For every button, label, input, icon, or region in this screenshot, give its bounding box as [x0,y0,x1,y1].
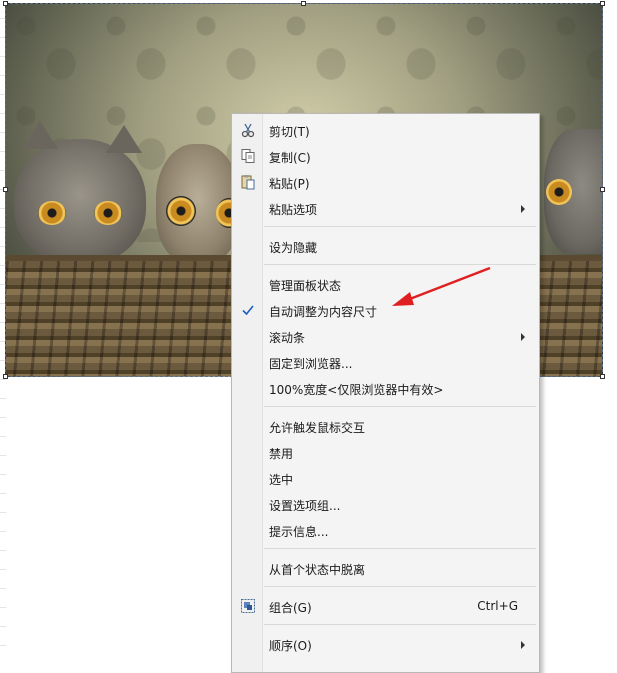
owl-eye-left [166,196,196,226]
resize-handle-bottom-left[interactable] [3,374,8,379]
submenu-arrow-icon [521,205,525,213]
menu-item-set-hidden[interactable]: 设为隐藏 [233,235,538,259]
menu-item-cut[interactable]: 剪切(T) [233,119,538,143]
menu-item-label: 组合(G) [269,601,312,615]
menu-item-pin-to-browser[interactable]: 固定到浏览器... [233,351,538,375]
menu-item-auto-fit-content[interactable]: 自动调整为内容尺寸 [233,299,538,323]
menu-separator [264,226,536,227]
menu-item-detach-from-first-state[interactable]: 从首个状态中脱离 [233,557,538,581]
menu-item-label: 复制(C) [269,151,311,165]
copy-icon [241,149,255,163]
menu-item-paste[interactable]: 粘贴(P) [233,171,538,195]
resize-handle-top-right[interactable] [600,1,605,6]
menu-item-label: 100%宽度<仅限浏览器中有效> [269,383,444,397]
menu-item-order[interactable]: 顺序(O) [233,633,538,657]
group-icon [241,599,255,613]
resize-handle-top-left[interactable] [3,1,8,6]
owl-right-eye [546,179,572,205]
menu-item-label: 滚动条 [269,331,306,345]
menu-item-copy[interactable]: 复制(C) [233,145,538,169]
paste-icon [241,175,255,190]
menu-item-set-option-group[interactable]: 设置选项组... [233,493,538,517]
menu-item-label: 粘贴选项 [269,203,318,217]
resize-handle-left[interactable] [3,187,8,192]
menu-separator [264,586,536,587]
cat-ear-right [106,125,142,153]
menu-separator [264,624,536,625]
checkmark-icon [242,305,254,316]
menu-separator [264,548,536,549]
cat-ear-left [22,121,58,149]
menu-item-allow-mouse-interaction[interactable]: 允许触发鼠标交互 [233,415,538,439]
menu-item-label: 允许触发鼠标交互 [269,421,366,435]
menu-separator [264,406,536,407]
menu-item-label: 从首个状态中脱离 [269,563,366,577]
menu-item-label: 禁用 [269,447,294,461]
menu-item-label: 固定到浏览器... [269,357,353,371]
menu-item-selected[interactable]: 选中 [233,467,538,491]
submenu-arrow-icon [521,333,525,341]
menu-item-scrollbar[interactable]: 滚动条 [233,325,538,349]
menu-item-label: 提示信息... [269,525,329,539]
cat-eye-right [94,201,122,225]
menu-item-shortcut: Ctrl+G [477,599,518,613]
menu-item-label: 管理面板状态 [269,279,342,293]
resize-handle-top[interactable] [301,1,306,6]
scissors-icon [241,123,255,138]
menu-item-manage-panel-state[interactable]: 管理面板状态 [233,273,538,297]
resize-handle-right[interactable] [600,187,605,192]
cat-eye-left [38,201,66,225]
menu-item-label: 设置选项组... [269,499,341,513]
menu-item-label: 选中 [269,473,294,487]
menu-item-disable[interactable]: 禁用 [233,441,538,465]
menu-item-label: 剪切(T) [269,125,310,139]
menu-item-tooltip[interactable]: 提示信息... [233,519,538,543]
menu-item-label: 粘贴(P) [269,177,310,191]
menu-item-label: 设为隐藏 [269,241,318,255]
owl-figure-right [544,129,602,254]
submenu-arrow-icon [521,641,525,649]
menu-item-paste-options[interactable]: 粘贴选项 [233,197,538,221]
menu-item-full-width[interactable]: 100%宽度<仅限浏览器中有效> [233,377,538,401]
context-menu: 剪切(T) 复制(C) 粘贴(P) 粘贴选项 设为隐藏 管理面板状态 自动调整为… [231,113,540,673]
cat-figure [14,121,146,264]
menu-item-group[interactable]: 组合(G) Ctrl+G [233,595,538,619]
menu-item-label: 自动调整为内容尺寸 [269,305,378,319]
menu-separator [264,264,536,265]
owl-figure [156,144,242,264]
resize-handle-bottom-right[interactable] [600,374,605,379]
menu-item-label: 顺序(O) [269,639,312,653]
